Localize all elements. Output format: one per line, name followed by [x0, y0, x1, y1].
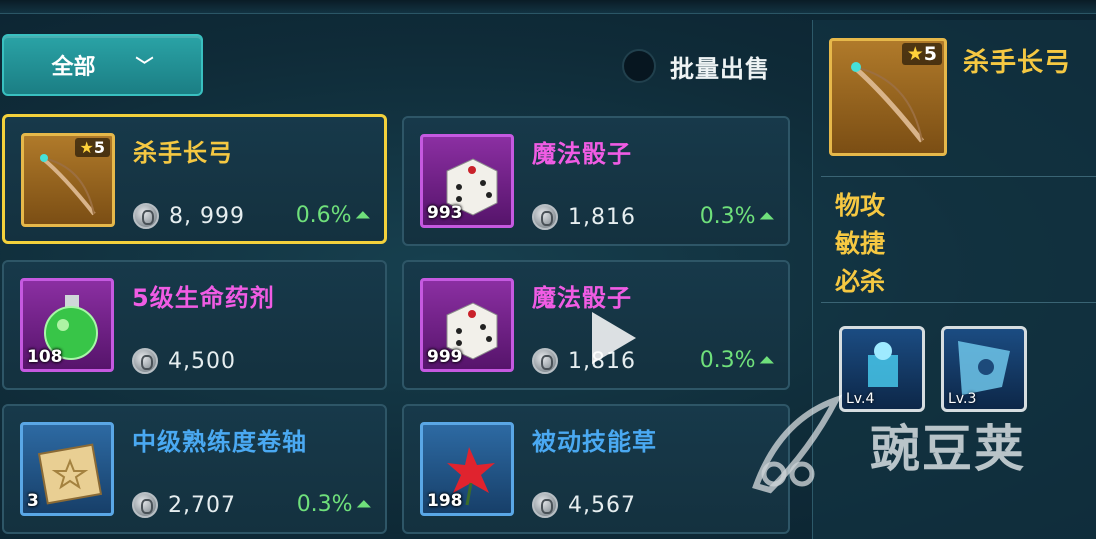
double-up-arrow-icon: ⏶ — [759, 350, 774, 371]
bulk-sell-label: 批量出售 — [670, 54, 770, 83]
double-up-arrow-icon: ⏶ — [355, 205, 370, 226]
divider — [821, 302, 1096, 303]
item-thumb: ★5 — [21, 133, 115, 227]
price-change: 0.3% ⏶ — [296, 492, 371, 517]
detail-item-name: 杀手长弓 — [963, 48, 1072, 78]
item-price: 1,816 — [532, 204, 636, 230]
bulk-sell-radio[interactable] — [622, 49, 656, 83]
silver-coin-icon — [133, 203, 159, 229]
price-change: 0.3% ⏶ — [699, 204, 774, 229]
filter-label: 全部 — [51, 55, 96, 80]
item-name: 中级熟练度卷轴 — [132, 428, 307, 456]
item-name: 杀手长弓 — [133, 139, 233, 167]
stat-physical-attack: 物攻 — [835, 191, 886, 220]
item-card-herb[interactable]: 198 被动技能草 4,567 — [402, 404, 790, 534]
item-thumb: 999 — [420, 278, 514, 372]
item-name: 5级生命药剂 — [132, 284, 275, 312]
market-list-panel: 全部 ﹀ 批量出售 ★5 杀手长弓 8, 999 0.6% ⏶ 993 魔法骰子… — [0, 20, 806, 539]
item-qty: 3 — [27, 491, 39, 511]
item-card-scroll[interactable]: 3 中级熟练度卷轴 2,707 0.3% ⏶ — [2, 404, 387, 534]
stat-agility: 敏捷 — [835, 229, 886, 258]
item-price: 4,567 — [532, 492, 636, 518]
item-thumb: 198 — [420, 422, 514, 516]
item-name: 魔法骰子 — [532, 140, 632, 168]
item-card-dice[interactable]: 993 魔法骰子 1,816 0.3% ⏶ — [402, 116, 790, 246]
silver-coin-icon — [132, 348, 158, 374]
item-name: 被动技能草 — [532, 428, 657, 456]
item-thumb: 3 — [20, 422, 114, 516]
item-thumb: 108 — [20, 278, 114, 372]
star-icon: ★ — [79, 138, 94, 157]
top-frame — [0, 0, 1096, 14]
price-change: 0.6% ⏶ — [295, 203, 370, 228]
item-card-longbow[interactable]: ★5 杀手长弓 8, 999 0.6% ⏶ — [2, 114, 387, 244]
bulk-sell-toggle[interactable]: 批量出售 — [622, 48, 770, 84]
item-thumb: 993 — [420, 134, 514, 228]
item-qty: 198 — [427, 491, 463, 511]
stat-critical: 必杀 — [835, 267, 886, 296]
item-qty: 108 — [27, 347, 63, 367]
item-price: 2,707 — [132, 492, 236, 518]
watermark-text: 豌豆荚 — [870, 420, 1026, 478]
play-icon[interactable] — [592, 312, 636, 364]
item-qty: 993 — [427, 203, 463, 223]
item-name: 魔法骰子 — [532, 284, 632, 312]
star-icon: ★ — [906, 43, 924, 65]
silver-coin-icon — [132, 492, 158, 518]
silver-coin-icon — [532, 348, 558, 374]
double-up-arrow-icon: ⏶ — [356, 494, 371, 515]
chevron-down-icon: ﹀ — [135, 56, 154, 77]
detail-item-thumb: ★5 — [829, 38, 947, 156]
star-badge: ★5 — [901, 43, 942, 65]
item-price: 8, 999 — [133, 203, 245, 229]
price-change: 0.3% ⏶ — [699, 348, 774, 373]
item-card-potion[interactable]: 108 5级生命药剂 4,500 — [2, 260, 387, 390]
item-price: 4,500 — [132, 348, 236, 374]
double-up-arrow-icon: ⏶ — [759, 206, 774, 227]
wandoujia-logo-icon — [752, 394, 843, 494]
divider — [821, 176, 1096, 177]
star-badge: ★5 — [74, 138, 110, 157]
silver-coin-icon — [532, 492, 558, 518]
watermark: 豌豆荚 — [740, 390, 1070, 500]
silver-coin-icon — [532, 204, 558, 230]
category-filter-dropdown[interactable]: 全部 ﹀ — [2, 34, 203, 96]
item-qty: 999 — [427, 347, 463, 367]
